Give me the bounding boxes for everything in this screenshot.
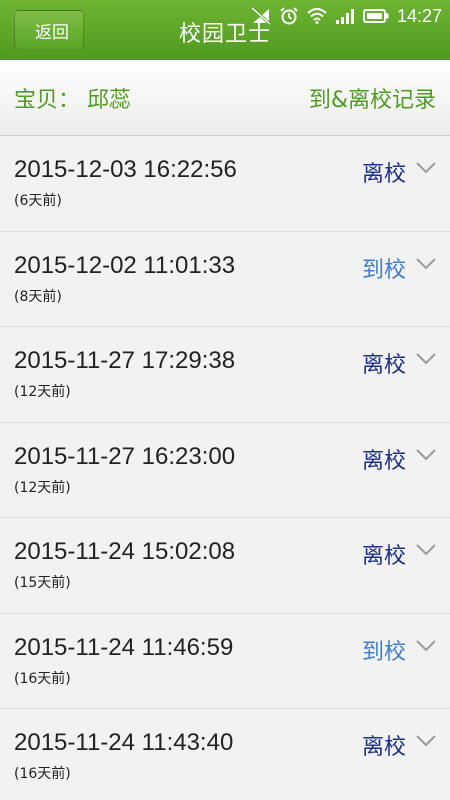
record-timestamp: 2015-11-27 16:23:00	[14, 442, 236, 470]
list-item[interactable]: 2015-11-27 16:23:00 (12天前) 离校	[0, 422, 450, 518]
list-item[interactable]: 2015-11-24 11:43:40 (16天前) 离校	[0, 709, 450, 800]
record-status: 到校	[361, 639, 406, 665]
records-title: 到&离校记录	[308, 87, 436, 113]
record-status: 离校	[361, 162, 406, 187]
record-relative-time: (16天前)	[14, 766, 71, 782]
record-status: 离校	[361, 353, 406, 378]
record-status: 离校	[361, 735, 406, 760]
record-relative-time: (12天前)	[14, 479, 71, 496]
attendance-record-list: 2015-12-03 16:22:56 (6天前) 离校 2015-12-02 …	[0, 136, 450, 800]
record-timestamp: 2015-11-24 11:43:40	[14, 729, 234, 756]
record-relative-time: (15天前)	[14, 575, 71, 591]
record-relative-time: (8天前)	[14, 288, 62, 305]
list-item[interactable]: 2015-12-02 11:01:33 (8天前) 到校	[0, 231, 450, 327]
list-item[interactable]: 2015-12-03 16:22:56 (6天前) 离校	[0, 136, 450, 232]
record-timestamp: 2015-11-24 15:02:08	[14, 538, 236, 565]
list-item[interactable]: 2015-11-27 17:29:38 (12天前) 离校	[0, 327, 450, 423]
chevron-down-icon[interactable]	[416, 734, 436, 748]
chevron-down-icon[interactable]	[416, 161, 436, 175]
list-item[interactable]: 2015-11-24 11:46:59 (16天前) 到校	[0, 613, 450, 709]
chevron-down-icon[interactable]	[416, 543, 436, 557]
top-bar: 14:27 校园卫士 返回	[0, 0, 450, 60]
back-button[interactable]: 返回	[14, 10, 84, 50]
record-timestamp: 2015-11-27 17:29:38	[14, 347, 236, 374]
record-status: 离校	[361, 544, 406, 569]
record-timestamp: 2015-11-24 11:46:59	[14, 633, 234, 661]
chevron-down-icon[interactable]	[416, 448, 436, 462]
record-status: 到校	[361, 257, 406, 283]
list-item[interactable]: 2015-11-24 15:02:08 (15天前) 离校	[0, 518, 450, 614]
record-status: 离校	[361, 448, 406, 474]
record-relative-time: (6天前)	[14, 193, 62, 209]
record-relative-time: (16天前)	[14, 670, 71, 687]
record-timestamp: 2015-12-02 11:01:33	[14, 251, 236, 279]
record-relative-time: (12天前)	[14, 384, 71, 400]
child-name-label: 宝贝： 邱蕊	[14, 87, 131, 113]
chevron-down-icon[interactable]	[416, 257, 436, 271]
chevron-down-icon[interactable]	[416, 352, 436, 366]
chevron-down-icon[interactable]	[416, 639, 436, 653]
sub-header: 宝贝： 邱蕊 到&离校记录	[0, 60, 450, 136]
record-timestamp: 2015-12-03 16:22:56	[14, 156, 237, 183]
